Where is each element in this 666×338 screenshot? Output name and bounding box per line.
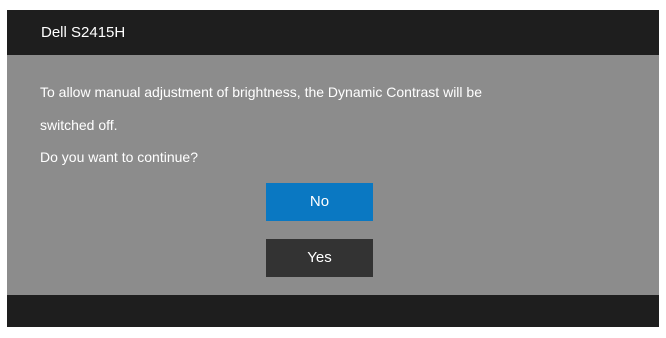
osd-dialog: Dell S2415H To allow manual adjustment o… [7,10,659,327]
message-line-1: To allow manual adjustment of brightness… [40,84,482,100]
confirmation-question: Do you want to continue? [40,149,198,165]
monitor-model-title: Dell S2415H [41,24,126,41]
no-button[interactable]: No [266,183,373,221]
dialog-footer [7,295,659,327]
dialog-body: To allow manual adjustment of brightness… [7,55,659,295]
yes-button[interactable]: Yes [266,239,373,277]
message-line-2: switched off. [40,117,118,133]
dialog-header: Dell S2415H [7,10,659,55]
